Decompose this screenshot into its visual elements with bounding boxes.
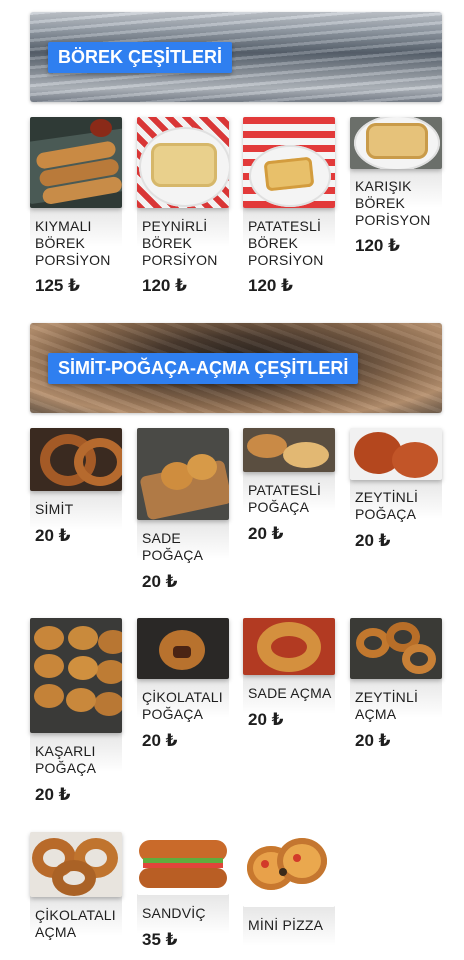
product-name: ÇİKOLATALI POĞAÇA bbox=[142, 689, 223, 722]
product-image bbox=[137, 832, 229, 895]
product-price: 20 ₺ bbox=[142, 572, 178, 591]
product-name: KAŞARLI POĞAÇA bbox=[35, 743, 97, 776]
product-price: 20 ₺ bbox=[248, 710, 284, 729]
product-card-patatesli-pogaca[interactable]: PATATESLİ POĞAÇA 20 ₺ bbox=[243, 428, 335, 543]
product-image bbox=[137, 117, 229, 208]
product-card-cikolatali-acma[interactable]: ÇİKOLATALI AÇMA bbox=[30, 832, 122, 940]
product-name: SANDVİÇ bbox=[142, 905, 206, 921]
product-image bbox=[243, 428, 335, 472]
product-image bbox=[30, 117, 122, 208]
product-price: 20 ₺ bbox=[355, 731, 391, 750]
product-card-peynirli-borek[interactable]: PEYNİRLİ BÖREK PORSİYON 120 ₺ bbox=[137, 117, 229, 295]
product-image bbox=[137, 618, 229, 679]
product-name: SİMİT bbox=[35, 501, 74, 517]
borek-section-banner[interactable]: BÖREK ÇEŞİTLERİ bbox=[30, 12, 442, 102]
product-name: KARIŞIK BÖREK PORİSYON bbox=[355, 178, 431, 228]
product-name: PATATESLİ POĞAÇA bbox=[248, 482, 322, 515]
product-price: 20 ₺ bbox=[248, 524, 284, 543]
product-price: 120 ₺ bbox=[142, 276, 187, 295]
product-card-zeytinli-acma[interactable]: ZEYTİNLİ AÇMA 20 ₺ bbox=[350, 618, 442, 750]
product-name: SADE AÇMA bbox=[248, 685, 332, 701]
product-image bbox=[350, 428, 442, 480]
product-name: PEYNİRLİ BÖREK PORSİYON bbox=[142, 218, 218, 268]
product-price: 20 ₺ bbox=[142, 731, 178, 750]
product-name: SADE POĞAÇA bbox=[142, 530, 204, 563]
product-price: 125 ₺ bbox=[35, 276, 80, 295]
product-image bbox=[243, 832, 335, 907]
product-name: ÇİKOLATALI AÇMA bbox=[35, 907, 116, 940]
product-card-sade-pogaca[interactable]: SADE POĞAÇA 20 ₺ bbox=[137, 428, 229, 591]
product-image bbox=[350, 618, 442, 679]
product-image bbox=[30, 832, 122, 897]
product-price: 120 ₺ bbox=[355, 236, 400, 255]
product-image bbox=[137, 428, 229, 520]
product-image bbox=[30, 428, 122, 491]
product-price: 20 ₺ bbox=[35, 785, 71, 804]
product-price: 120 ₺ bbox=[248, 276, 293, 295]
product-card-kiymali-borek[interactable]: KIYMALI BÖREK PORSİYON 125 ₺ bbox=[30, 117, 122, 295]
product-price: 35 ₺ bbox=[142, 930, 178, 949]
product-name: ZEYTİNLİ AÇMA bbox=[355, 689, 419, 722]
product-image bbox=[243, 117, 335, 208]
product-card-simit[interactable]: SİMİT 20 ₺ bbox=[30, 428, 122, 545]
product-name: ZEYTİNLİ POĞAÇA bbox=[355, 489, 419, 522]
product-card-mini-pizza[interactable]: MİNİ PİZZA bbox=[243, 832, 335, 946]
product-image bbox=[30, 618, 122, 733]
product-name: PATATESLİ BÖREK PORSİYON bbox=[248, 218, 324, 268]
section-title: SİMİT-POĞAÇA-AÇMA ÇEŞİTLERİ bbox=[48, 353, 359, 384]
section-title: BÖREK ÇEŞİTLERİ bbox=[48, 42, 233, 73]
product-card-zeytinli-pogaca[interactable]: ZEYTİNLİ POĞAÇA 20 ₺ bbox=[350, 428, 442, 550]
product-card-kasarli-pogaca[interactable]: KAŞARLI POĞAÇA 20 ₺ bbox=[30, 618, 122, 804]
product-price: 20 ₺ bbox=[355, 531, 391, 550]
product-image bbox=[243, 618, 335, 675]
product-name: KIYMALI BÖREK PORSİYON bbox=[35, 218, 111, 268]
product-name: MİNİ PİZZA bbox=[248, 917, 324, 933]
product-image bbox=[350, 117, 442, 169]
product-card-patatesli-borek[interactable]: PATATESLİ BÖREK PORSİYON 120 ₺ bbox=[243, 117, 335, 295]
product-price: 20 ₺ bbox=[35, 526, 71, 545]
product-card-sade-acma[interactable]: SADE AÇMA 20 ₺ bbox=[243, 618, 335, 729]
product-card-cikolatali-pogaca[interactable]: ÇİKOLATALI POĞAÇA 20 ₺ bbox=[137, 618, 229, 750]
product-card-sandvic[interactable]: SANDVİÇ 35 ₺ bbox=[137, 832, 229, 949]
simit-pogaca-section-banner[interactable]: SİMİT-POĞAÇA-AÇMA ÇEŞİTLERİ bbox=[30, 323, 442, 413]
product-card-karisik-borek[interactable]: KARIŞIK BÖREK PORİSYON 120 ₺ bbox=[350, 117, 442, 255]
